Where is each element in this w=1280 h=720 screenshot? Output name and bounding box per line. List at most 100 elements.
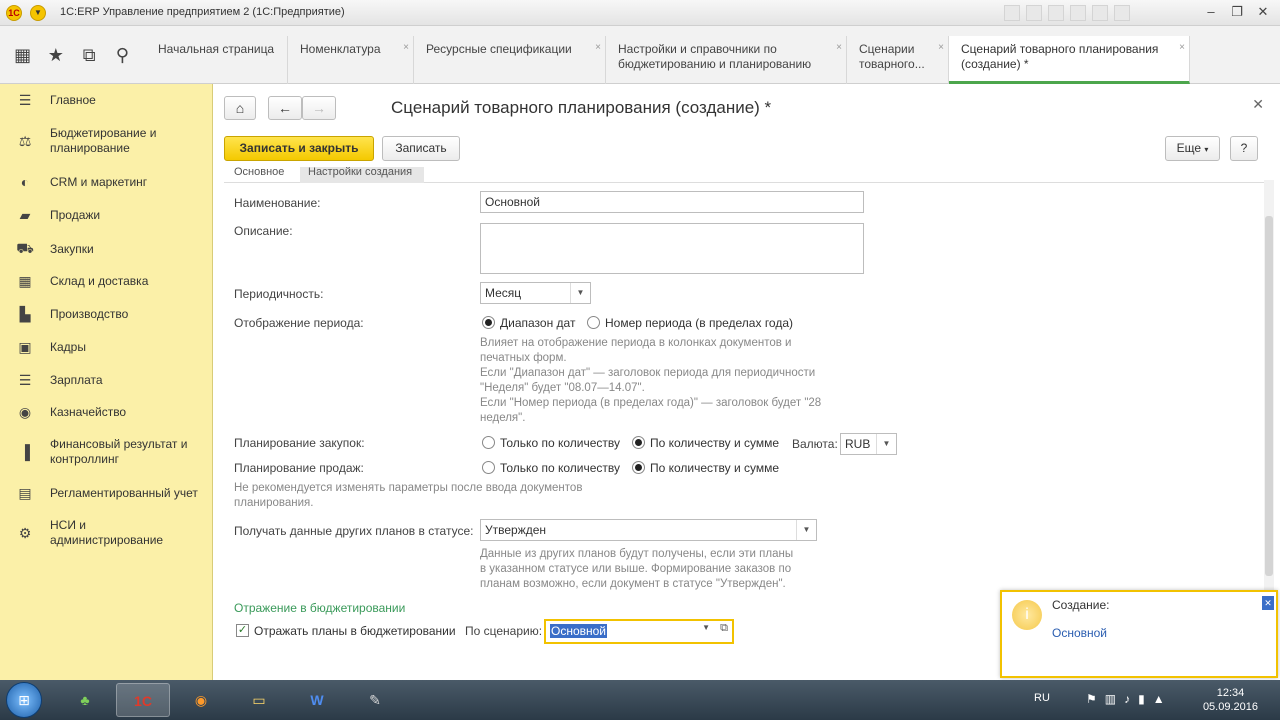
sidebar-item-crm[interactable]: ◐ CRM и маркетинг xyxy=(0,174,213,190)
name-input[interactable]: Основной xyxy=(480,191,864,213)
windows-start-icon[interactable]: ⊞ xyxy=(6,682,42,718)
apps-grid-icon[interactable]: ▦ xyxy=(10,45,36,66)
sidebar-item-sales[interactable]: ▰ Продажи xyxy=(0,207,213,224)
purchase-planning-label: Планирование закупок: xyxy=(234,436,365,450)
currency-select[interactable]: RUB ▼ xyxy=(840,433,897,455)
drive-icon[interactable]: ▲ xyxy=(1153,692,1165,706)
radio-purchase-qty-sum[interactable] xyxy=(632,436,645,449)
calculator-icon[interactable] xyxy=(1026,5,1042,21)
history-icon[interactable] xyxy=(1070,5,1086,21)
name-label: Наименование: xyxy=(234,196,321,210)
tab-budget-settings[interactable]: Настройки и справочники по бюджетировани… xyxy=(606,36,847,84)
sidebar-item-admin[interactable]: ⚙ НСИ и администрирование xyxy=(0,518,213,548)
open-link-icon[interactable]: ⧉ xyxy=(720,622,728,635)
notification-popup: i Создание: Основной ✕ xyxy=(1000,590,1278,678)
close-form-icon[interactable]: ✕ xyxy=(1252,96,1264,113)
chevron-down-icon[interactable]: ▼ xyxy=(702,623,710,632)
radio-purchase-qty-label: Только по количеству xyxy=(500,436,620,450)
radio-date-range[interactable] xyxy=(482,316,495,329)
volume-icon[interactable]: ♪ xyxy=(1124,692,1130,706)
sidebar-item-main[interactable]: ☰ Главное xyxy=(0,92,213,109)
flag-icon[interactable]: ⚑ xyxy=(1086,692,1097,706)
home-button[interactable]: ⌂ xyxy=(224,96,256,120)
save-button[interactable]: Записать xyxy=(382,136,460,161)
tab-resource-specs[interactable]: Ресурсные спецификации × xyxy=(414,36,606,84)
sidebar-item-accounting[interactable]: ▤ Регламентированный учет xyxy=(0,485,213,502)
radio-sales-qty-label: Только по количеству xyxy=(500,461,620,475)
salary-icon: ☰ xyxy=(18,372,32,388)
treasury-icon: ◉ xyxy=(18,404,32,420)
reflect-in-budget-checkbox[interactable]: ✓ xyxy=(236,624,249,637)
close-tab-icon[interactable]: × xyxy=(1179,40,1185,55)
back-button[interactable]: ← xyxy=(268,96,302,120)
finance-icon: ▐ xyxy=(20,444,30,460)
network-icon[interactable]: ▥ xyxy=(1105,692,1116,706)
sidebar-item-hr[interactable]: ▣ Кадры xyxy=(0,339,213,356)
notification-title: Создание: xyxy=(1052,598,1110,612)
sidebar-item-budgeting[interactable]: ⚖ Бюджетирование и планирование xyxy=(0,126,213,156)
explorer-folder-icon[interactable]: ▭ xyxy=(232,683,286,717)
battery-icon[interactable]: ▮ xyxy=(1138,692,1145,706)
word-icon[interactable]: W xyxy=(290,683,344,717)
radio-sales-qty[interactable] xyxy=(482,461,495,474)
close-tab-icon[interactable]: × xyxy=(403,40,409,55)
sidebar-item-salary[interactable]: ☰ Зарплата xyxy=(0,372,213,389)
history-icon[interactable]: ⧉ xyxy=(76,45,102,66)
close-tab-icon[interactable]: × xyxy=(938,40,944,55)
info-icon[interactable] xyxy=(1114,5,1130,21)
radio-sales-qty-sum[interactable] xyxy=(632,461,645,474)
warehouse-icon: ▦ xyxy=(18,273,32,289)
main-menu-icon[interactable]: ▼ xyxy=(30,5,46,21)
sidebar-item-production[interactable]: ▙ Производство xyxy=(0,306,213,323)
sidebar-item-treasury[interactable]: ◉ Казначейство xyxy=(0,404,213,421)
form-scrollbar[interactable] xyxy=(1264,180,1274,660)
save-and-close-button[interactable]: Записать и закрыть xyxy=(224,136,374,161)
close-window-icon[interactable]: ✕ xyxy=(1254,4,1272,20)
tab-main[interactable]: Основное xyxy=(226,167,300,183)
scrollbar-thumb[interactable] xyxy=(1265,216,1273,576)
search-icon[interactable]: ⚲ xyxy=(109,45,135,66)
tab-home[interactable]: Начальная страница xyxy=(146,36,288,84)
sidebar-item-warehouse[interactable]: ▦ Склад и доставка xyxy=(0,273,213,290)
sidebar-item-purchases[interactable]: ⛟ Закупки xyxy=(0,240,213,259)
panel-icon[interactable] xyxy=(1092,5,1108,21)
close-tab-icon[interactable]: × xyxy=(836,40,842,55)
tab-creation-settings[interactable]: Настройки создания xyxy=(300,167,424,183)
period-display-hint: Влияет на отображение периода в колонках… xyxy=(480,337,822,424)
radio-period-number[interactable] xyxy=(587,316,600,329)
tab-scenario-create[interactable]: Сценарий товарного планирования (создани… xyxy=(949,36,1190,84)
tab-nomenclature[interactable]: Номенклатура × xyxy=(288,36,414,84)
sidebar-item-finance[interactable]: ▐ Финансовый результат и контроллинг xyxy=(0,437,213,467)
minimize-icon[interactable]: – xyxy=(1202,4,1220,20)
other-plans-status-hint: Данные из других планов будут получены, … xyxy=(480,548,794,590)
language-indicator[interactable]: RU xyxy=(1034,692,1050,704)
tree-app-icon[interactable]: ♣ xyxy=(58,683,112,717)
favorites-star-icon[interactable]: ★ xyxy=(43,45,69,66)
description-input[interactable] xyxy=(480,223,864,274)
close-tab-icon[interactable]: × xyxy=(595,40,601,55)
close-icon[interactable]: ✕ xyxy=(1262,596,1274,610)
budget-icon: ⚖ xyxy=(18,132,32,149)
1c-logo-icon[interactable]: 1С xyxy=(6,5,22,21)
chevron-down-icon[interactable]: ▼ xyxy=(796,520,816,540)
periodicity-select[interactable]: Месяц ▼ xyxy=(480,282,591,304)
radio-purchase-qty[interactable] xyxy=(482,436,495,449)
more-button[interactable]: Еще ▾ xyxy=(1165,136,1220,161)
chevron-down-icon[interactable]: ▼ xyxy=(876,434,896,454)
period-display-label: Отображение периода: xyxy=(234,316,364,330)
firefox-icon[interactable]: ◉ xyxy=(174,683,228,717)
radio-sales-qty-sum-label: По количеству и сумме xyxy=(650,461,780,475)
chevron-down-icon[interactable]: ▼ xyxy=(570,283,590,303)
notification-link[interactable]: Основной xyxy=(1052,626,1107,640)
paint-icon[interactable]: ✎ xyxy=(348,683,402,717)
calendar-icon[interactable] xyxy=(1004,5,1020,21)
system-clock[interactable]: 12:34 05.09.2016 xyxy=(1203,686,1258,714)
other-plans-status-select[interactable]: Утвержден ▼ xyxy=(480,519,817,541)
maximize-icon[interactable]: ❐ xyxy=(1228,4,1246,20)
1c-app-icon[interactable]: 1C xyxy=(116,683,170,717)
tab-scenarios[interactable]: Сценарии товарного... × xyxy=(847,36,949,84)
help-button[interactable]: ? xyxy=(1230,136,1258,161)
scenario-input[interactable]: Основной ▼ ⧉ xyxy=(544,619,734,644)
memory-icon[interactable] xyxy=(1048,5,1064,21)
forward-button[interactable]: → xyxy=(302,96,336,120)
